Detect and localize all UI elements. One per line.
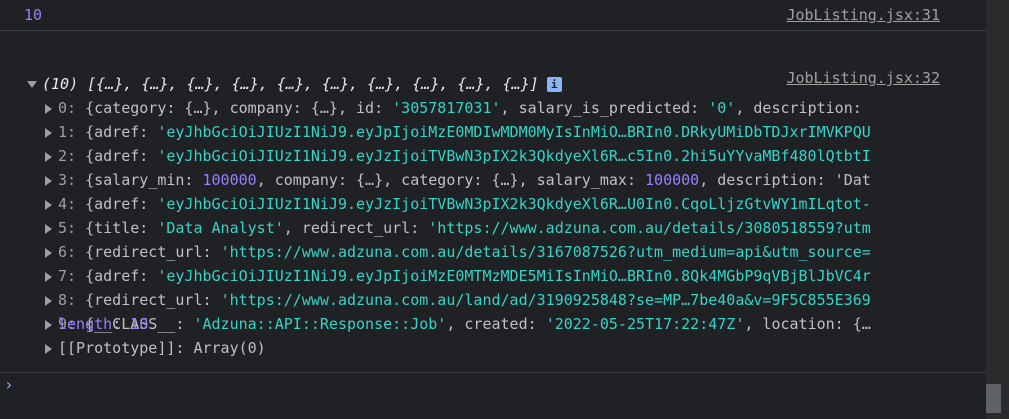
array-item-part: 'https://www.adzuna.com.au/details/30805…	[428, 219, 871, 237]
array-item-part: 100000	[645, 171, 700, 189]
array-item-index: 1:	[58, 123, 77, 141]
array-item-index: 3:	[58, 171, 77, 189]
expand-toggle-icon[interactable]	[45, 192, 52, 216]
array-item-part: {category: {…}, company: {…}, id:	[85, 99, 393, 117]
array-item-part: 'eyJhbGciOiJIUzI1NiJ9.eyJpIjoiMzE0MDIwMD…	[157, 123, 871, 141]
expand-toggle-icon[interactable]	[45, 144, 52, 168]
array-summary-text: (10) [{…}, {…}, {…}, {…}, {…}, {…}, {…},…	[42, 75, 539, 93]
array-item-part: {salary_min:	[85, 171, 203, 189]
array-item-preview: 4: {adref: 'eyJhbGciOiJIUzI1NiJ9.eyJzIjo…	[58, 192, 871, 216]
vertical-scrollbar[interactable]	[986, 0, 1009, 419]
array-item-row[interactable]: 0: {category: {…}, company: {…}, id: '30…	[0, 96, 956, 120]
array-item-part: 'https://www.adzuna.com.au/land/ad/31909…	[220, 291, 871, 309]
array-item-row[interactable]: 5: {title: 'Data Analyst', redirect_url:…	[0, 216, 956, 240]
array-item-preview: 2: {adref: 'eyJhbGciOiJIUzI1NiJ9.eyJzIjo…	[58, 144, 871, 168]
array-item-row[interactable]: 1: {adref: 'eyJhbGciOiJIUzI1NiJ9.eyJpIjo…	[0, 120, 956, 144]
expand-toggle-icon[interactable]	[45, 336, 52, 360]
array-item-row[interactable]: 8: {redirect_url: 'https://www.adzuna.co…	[0, 288, 956, 312]
expand-toggle-icon[interactable]	[45, 120, 52, 144]
length-separator: :	[112, 315, 131, 333]
array-item-preview: 3: {salary_min: 100000, company: {…}, ca…	[58, 168, 871, 192]
array-item-part: , salary_is_predicted:	[500, 99, 709, 117]
expand-toggle-icon[interactable]	[45, 168, 52, 192]
array-item-part: 'eyJhbGciOiJIUzI1NiJ9.eyJzIjoiTVBwN3pIX2…	[157, 195, 871, 213]
array-item-part: {adref:	[85, 147, 158, 165]
array-item-row[interactable]: 3: {salary_min: 100000, company: {…}, ca…	[0, 168, 956, 192]
array-item-part: , company: {…}, category: {…}, salary_ma…	[256, 171, 646, 189]
length-value: 10	[130, 315, 149, 333]
array-item-preview: 7: {adref: 'eyJhbGciOiJIUzI1NiJ9.eyJpIjo…	[58, 264, 871, 288]
array-item-part: '3057817031'	[392, 99, 501, 117]
array-item-preview: 6: {redirect_url: 'https://www.adzuna.co…	[58, 240, 871, 264]
array-item-index: 6:	[58, 243, 77, 261]
expand-toggle-icon[interactable]	[45, 96, 52, 120]
prototype-line[interactable]: [[Prototype]]: Array(0)	[0, 336, 956, 360]
array-item-part: {redirect_url:	[85, 243, 221, 261]
prompt-chevron-icon: ›	[4, 375, 14, 394]
array-item-row[interactable]: 4: {adref: 'eyJhbGciOiJIUzI1NiJ9.eyJzIjo…	[0, 192, 956, 216]
expand-toggle-icon[interactable]	[45, 240, 52, 264]
array-item-part: 100000	[202, 171, 257, 189]
array-item-part: 'eyJhbGciOiJIUzI1NiJ9.eyJpIjoiMzE0MTMzMD…	[157, 267, 871, 285]
expand-toggle-icon[interactable]	[45, 288, 52, 312]
array-item-part: 'Data Analyst'	[157, 219, 284, 237]
array-item-preview: 5: {title: 'Data Analyst', redirect_url:…	[58, 216, 871, 240]
array-item-preview: 1: {adref: 'eyJhbGciOiJIUzI1NiJ9.eyJpIjo…	[58, 120, 871, 144]
array-item-part: {adref:	[85, 195, 158, 213]
array-item-index: 8:	[58, 291, 77, 309]
array-item-index: 2:	[58, 147, 77, 165]
array-item-part: {adref:	[85, 123, 158, 141]
array-item-index: 0:	[58, 99, 77, 117]
expand-toggle-icon[interactable]	[45, 216, 52, 240]
info-icon[interactable]: i	[546, 77, 562, 92]
array-item-row[interactable]: 6: {redirect_url: 'https://www.adzuna.co…	[0, 240, 956, 264]
array-item-index: 5:	[58, 219, 77, 237]
array-item-row[interactable]: 2: {adref: 'eyJhbGciOiJIUzI1NiJ9.eyJzIjo…	[0, 144, 956, 168]
console-panel: 10 JobListing.jsx:31 JobListing.jsx:32 (…	[0, 0, 986, 419]
console-message-row: 10 JobListing.jsx:31	[0, 0, 986, 31]
array-item-part: '0'	[708, 99, 736, 117]
array-item-part: 'https://www.adzuna.com.au/details/31670…	[220, 243, 871, 261]
array-item-row[interactable]: 7: {adref: 'eyJhbGciOiJIUzI1NiJ9.eyJpIjo…	[0, 264, 956, 288]
array-item-part: {title:	[85, 219, 158, 237]
array-item-index: 4:	[58, 195, 77, 213]
array-item-part: , description:	[735, 99, 862, 117]
source-link[interactable]: JobListing.jsx:31	[786, 6, 940, 24]
array-summary: (10) [{…}, {…}, {…}, {…}, {…}, {…}, {…},…	[42, 72, 562, 96]
array-item-part: {adref:	[85, 267, 158, 285]
prototype-text: [[Prototype]]: Array(0)	[58, 339, 266, 357]
array-item-preview: 8: {redirect_url: 'https://www.adzuna.co…	[58, 288, 871, 312]
expand-toggle-icon[interactable]	[27, 72, 37, 96]
array-item-part: , redirect_url:	[283, 219, 429, 237]
array-item-part: , description: 'Dat	[699, 171, 871, 189]
array-item-part: {redirect_url:	[85, 291, 221, 309]
console-message-row: JobListing.jsx:32 (10) [{…}, {…}, {…}, {…	[0, 31, 986, 373]
scrollbar-thumb[interactable]	[986, 384, 1001, 413]
length-key: length	[58, 315, 113, 333]
length-property: length: 10	[0, 312, 956, 336]
console-prompt[interactable]: ›	[0, 373, 986, 397]
array-item-preview: 0: {category: {…}, company: {…}, id: '30…	[58, 96, 862, 120]
array-item-index: 7:	[58, 267, 77, 285]
array-item-part: 'eyJhbGciOiJIUzI1NiJ9.eyJzIjoiTVBwN3pIX2…	[157, 147, 871, 165]
array-summary-line[interactable]: (10) [{…}, {…}, {…}, {…}, {…}, {…}, {…},…	[0, 72, 956, 96]
logged-value: 10	[24, 6, 43, 24]
expand-toggle-icon[interactable]	[45, 264, 52, 288]
